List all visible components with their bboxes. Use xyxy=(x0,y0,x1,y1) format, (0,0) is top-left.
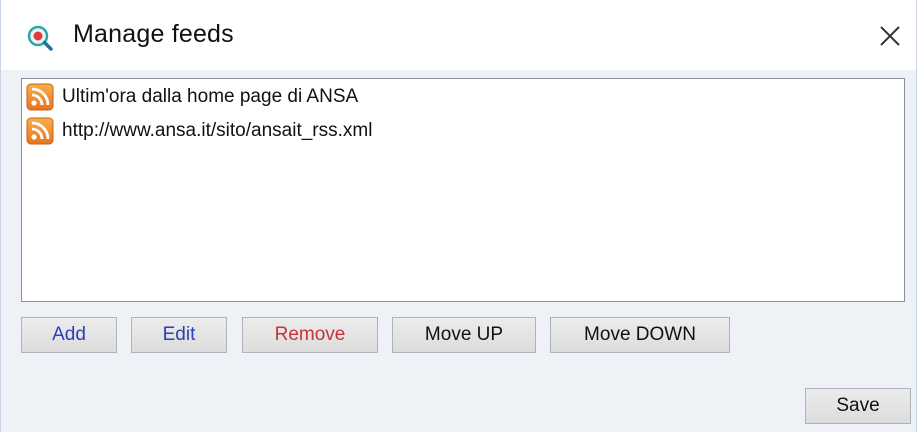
feed-label: Ultim'ora dalla home page di ANSA xyxy=(62,86,359,107)
feed-list[interactable]: Ultim'ora dalla home page di ANSA http:/… xyxy=(21,78,905,302)
edit-button[interactable]: Edit xyxy=(131,317,227,353)
move-down-button[interactable]: Move DOWN xyxy=(550,317,730,353)
feed-label: http://www.ansa.it/sito/ansait_rss.xml xyxy=(62,120,373,141)
remove-button[interactable]: Remove xyxy=(242,317,378,353)
feed-list-item[interactable]: Ultim'ora dalla home page di ANSA xyxy=(26,83,358,111)
app-search-icon xyxy=(26,24,54,52)
close-icon xyxy=(880,26,900,46)
save-button[interactable]: Save xyxy=(805,388,911,424)
add-button[interactable]: Add xyxy=(21,317,117,353)
dialog-body: Ultim'ora dalla home page di ANSA http:/… xyxy=(1,70,916,432)
dialog-title: Manage feeds xyxy=(73,20,234,48)
manage-feeds-dialog: Manage feeds Ultim'ora dalla home page d… xyxy=(0,0,917,432)
close-button[interactable] xyxy=(872,18,908,54)
feed-list-item[interactable]: http://www.ansa.it/sito/ansait_rss.xml xyxy=(26,117,372,145)
title-bar: Manage feeds xyxy=(1,0,916,70)
rss-icon xyxy=(26,83,54,111)
move-up-button[interactable]: Move UP xyxy=(392,317,536,353)
rss-icon xyxy=(26,117,54,145)
